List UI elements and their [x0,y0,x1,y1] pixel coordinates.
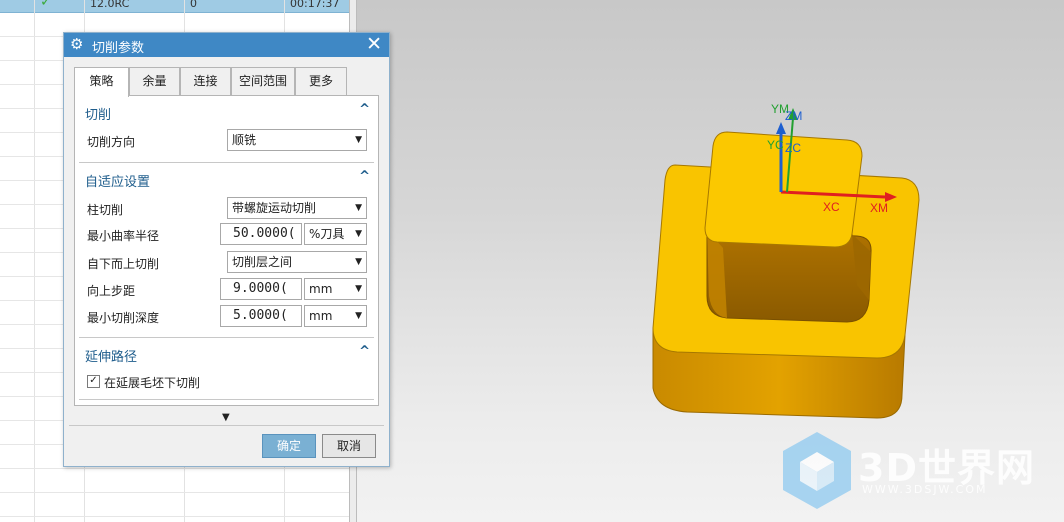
axis-label-xc: XC [823,200,840,214]
table-row[interactable] [0,492,352,517]
axis-label-yc: YC [767,138,784,152]
chevron-down-icon: ▼ [355,257,362,267]
watermark-logo-icon [783,432,851,509]
axis-z-arrow [776,122,786,134]
axis-label-xm: XM [870,201,888,215]
table-row[interactable] [0,516,352,522]
gear-icon: ⚙ [70,35,84,53]
dialog-title: 切削参数 [92,41,145,56]
min-depth-label: 最小切削深度 [87,311,160,325]
tab-strategy[interactable]: 策略 [74,67,129,97]
strategy-panel: 切削 ^ 切削方向 顺铣 ▼ 自适应设置 ^ 柱切削 带螺旋运动切削 ▼ 最小曲… [74,95,379,406]
divider [79,162,374,163]
extend-checkbox[interactable]: ✓ [87,375,100,388]
min-radius-unit: %刀具 [309,227,345,241]
step-up-unit: mm [309,282,333,296]
tab-connections[interactable]: 连接 [180,67,231,95]
section-extend-title[interactable]: 延伸路径 [85,346,137,365]
chevron-down-icon: ▼ [355,229,362,239]
divider [79,399,374,400]
chevron-down-icon: ▼ [355,311,362,321]
bottom-up-value: 切削层之间 [232,255,293,269]
axis-label-zm: ZM [785,109,802,123]
tab-stock[interactable]: 余量 [129,67,180,95]
expand-more-icon[interactable]: ▼ [222,412,230,423]
table-row[interactable] [0,468,352,493]
watermark-url: WWW.3DSJW.COM [862,483,988,496]
cut-direction-value: 顺铣 [232,133,257,147]
close-icon[interactable]: ✕ [366,33,382,55]
extend-checkbox-label[interactable]: 在延展毛坯下切削 [104,374,200,391]
status-check-icon: ✓ [40,0,52,10]
chevron-down-icon: ▼ [355,135,362,145]
min-radius-input[interactable]: 50.0000( [220,223,302,245]
min-depth-unit-select[interactable]: mm ▼ [304,305,367,327]
cutting-parameters-dialog: ⚙ 切削参数 ✕ 策略 余量 连接 空间范围 更多 切削 ^ 切削方向 顺铣 ▼… [63,32,390,467]
step-up-input[interactable]: 9.0000( [220,278,302,300]
table-cell-value: 0 [190,0,197,10]
section-cut-title[interactable]: 切削 [85,104,111,123]
collapse-cut-icon[interactable]: ^ [359,102,370,117]
min-radius-unit-select[interactable]: %刀具 ▼ [304,223,367,245]
bottom-up-select[interactable]: 切削层之间 ▼ [227,251,367,273]
table-cell-method: 12.0RC [90,0,130,10]
collapse-adaptive-icon[interactable]: ^ [359,169,370,184]
cut-direction-select[interactable]: 顺铣 ▼ [227,129,367,151]
min-depth-unit: mm [309,309,333,323]
footer-divider [69,425,384,426]
step-up-label: 向上步距 [87,284,136,298]
table-cell-time: 00:17:37 [290,0,340,10]
column-cut-select[interactable]: 带螺旋运动切削 ▼ [227,197,367,219]
min-depth-input[interactable]: 5.0000( [220,305,302,327]
bottom-up-label: 自下而上切削 [87,257,160,271]
collapse-extend-icon[interactable]: ^ [359,344,370,359]
chevron-down-icon: ▼ [355,203,362,213]
tab-containment[interactable]: 空间范围 [231,67,295,95]
section-adaptive-title[interactable]: 自适应设置 [85,171,150,190]
tab-more[interactable]: 更多 [295,67,347,95]
min-radius-label: 最小曲率半径 [87,229,160,243]
ok-button[interactable]: 确定 [262,434,316,458]
column-cut-value: 带螺旋运动切削 [232,201,317,215]
column-cut-label: 柱切削 [87,203,124,217]
cancel-button[interactable]: 取消 [322,434,376,458]
step-up-unit-select[interactable]: mm ▼ [304,278,367,300]
dialog-titlebar[interactable]: ⚙ 切削参数 ✕ [64,33,389,57]
cut-direction-label: 切削方向 [87,135,136,149]
chevron-down-icon: ▼ [355,284,362,294]
axis-label-zc: ZC [785,141,801,155]
divider [79,337,374,338]
